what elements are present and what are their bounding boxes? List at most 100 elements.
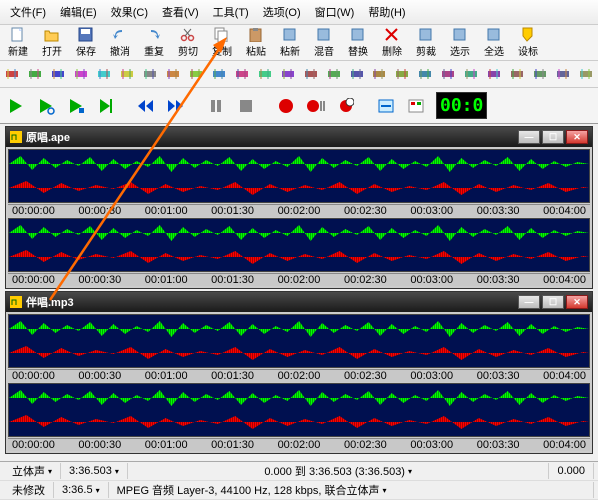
tool-20[interactable] (460, 63, 482, 85)
play-loop-button[interactable] (32, 94, 60, 118)
tool-15[interactable] (346, 63, 368, 85)
tool-2[interactable] (47, 63, 69, 85)
track2-ruler-top[interactable]: 00:00:0000:00:3000:01:0000:01:3000:02:00… (8, 369, 590, 382)
rewind-button[interactable] (132, 94, 160, 118)
redo-button[interactable]: 重复 (137, 26, 171, 59)
tools-toolbar (0, 61, 598, 88)
track1-ruler-bottom[interactable]: 00:00:0000:00:3000:01:0000:01:3000:02:00… (8, 273, 590, 286)
tool-4[interactable] (93, 63, 115, 85)
minimize-button[interactable]: — (518, 295, 540, 309)
tool-12[interactable] (277, 63, 299, 85)
track1-ruler-top[interactable]: 00:00:0000:00:3000:01:0000:01:3000:02:00… (8, 204, 590, 217)
paste-button[interactable]: 粘贴 (239, 26, 273, 59)
cut-button[interactable]: 剪切 (171, 26, 205, 59)
menu-edit[interactable]: 编辑(E) (54, 2, 103, 22)
mix-button[interactable]: 混音 (307, 26, 341, 59)
settings-button[interactable] (402, 94, 430, 118)
play-button[interactable] (2, 94, 30, 118)
menu-help[interactable]: 帮助(H) (362, 2, 411, 22)
tool-1[interactable] (24, 63, 46, 85)
ruler-tick: 00:02:30 (344, 205, 387, 217)
tool-17[interactable] (391, 63, 413, 85)
pause-button[interactable] (202, 94, 230, 118)
view-options-button[interactable] (372, 94, 400, 118)
menu-tools[interactable]: 工具(T) (207, 2, 255, 22)
select-all-icon (486, 27, 502, 42)
tool-19[interactable] (437, 63, 459, 85)
save-button[interactable]: 保存 (69, 26, 103, 59)
track2-waveform-bottom[interactable] (8, 383, 590, 437)
tool-7[interactable] (162, 63, 184, 85)
tool-22[interactable] (506, 63, 528, 85)
format-info[interactable]: MPEG 音频 Layer-3, 44100 Hz, 128 kbps, 联合立… (109, 482, 594, 498)
stop-button[interactable] (232, 94, 260, 118)
ruler-tick: 00:02:00 (278, 439, 321, 451)
record-pause-button[interactable] (302, 94, 330, 118)
track1-waveform-bottom[interactable] (8, 218, 590, 272)
tool-18[interactable] (414, 63, 436, 85)
trim-button[interactable]: 剪裁 (409, 26, 443, 59)
menu-options[interactable]: 选项(O) (257, 2, 307, 22)
tool-13[interactable] (300, 63, 322, 85)
maximize-button[interactable]: ☐ (542, 130, 564, 144)
tool-icon (372, 67, 386, 81)
tool-11[interactable] (254, 63, 276, 85)
statusbar: 立体声 3:36.503 0.000 到 3:36.503 (3:36.503)… (0, 461, 598, 500)
marker-button[interactable]: 设标 (511, 26, 545, 59)
copy-button[interactable]: 复制 (205, 26, 239, 59)
ruler-tick: 00:02:00 (278, 205, 321, 217)
tool-8[interactable] (185, 63, 207, 85)
tool-6[interactable] (139, 63, 161, 85)
play-section-button[interactable] (62, 94, 90, 118)
track1-titlebar[interactable]: 原唱.ape — ☐ ✕ (6, 127, 592, 147)
tool-icon (143, 67, 157, 81)
record-button[interactable] (272, 94, 300, 118)
tool-3[interactable] (70, 63, 92, 85)
select-all-button[interactable]: 全选 (477, 26, 511, 59)
ruler-tick: 00:01:00 (145, 439, 188, 451)
tool-14[interactable] (323, 63, 345, 85)
menu-file[interactable]: 文件(F) (4, 2, 52, 22)
tool-24[interactable] (552, 63, 574, 85)
open-button[interactable]: 打开 (35, 26, 69, 59)
minimize-button[interactable]: — (518, 130, 540, 144)
close-button[interactable]: ✕ (566, 130, 588, 144)
label: 新建 (8, 43, 28, 58)
delete-button[interactable]: 删除 (375, 26, 409, 59)
menu-view[interactable]: 查看(V) (156, 2, 205, 22)
close-button[interactable]: ✕ (566, 295, 588, 309)
select-button[interactable]: 选示 (443, 26, 477, 59)
maximize-button[interactable]: ☐ (542, 295, 564, 309)
tool-icon (418, 67, 432, 81)
replace-button[interactable]: 替换 (341, 26, 375, 59)
tool-21[interactable] (483, 63, 505, 85)
menu-window[interactable]: 窗口(W) (309, 2, 361, 22)
tool-25[interactable] (575, 63, 597, 85)
tool-5[interactable] (116, 63, 138, 85)
channel-selector[interactable]: 立体声 (4, 463, 61, 479)
label: 复制 (212, 43, 232, 58)
selection-range[interactable]: 0.000 到 3:36.503 (3:36.503) (128, 463, 550, 479)
ruler-tick: 00:01:30 (211, 205, 254, 217)
forward-button[interactable] (162, 94, 190, 118)
tool-0[interactable] (1, 63, 23, 85)
paste-new-button[interactable]: 粘新 (273, 26, 307, 59)
menu-effects[interactable]: 效果(C) (105, 2, 154, 22)
tool-9[interactable] (208, 63, 230, 85)
tool-16[interactable] (369, 63, 391, 85)
audio-file-icon (10, 131, 22, 143)
undo-button[interactable]: 撤消 (103, 26, 137, 59)
tool-23[interactable] (529, 63, 551, 85)
time-display-1[interactable]: 3:36.503 (61, 463, 128, 479)
label: 选示 (450, 43, 470, 58)
record-timer-button[interactable] (332, 94, 360, 118)
time-display-2[interactable]: 3:36.5 (54, 482, 109, 498)
track2-ruler-bottom[interactable]: 00:00:0000:00:3000:01:0000:01:3000:02:00… (8, 438, 590, 451)
new-button[interactable]: 新建 (1, 26, 35, 59)
track2-titlebar[interactable]: 伴唱.mp3 — ☐ ✕ (6, 292, 592, 312)
track2-waveform-top[interactable] (8, 314, 590, 368)
play-to-end-button[interactable] (92, 94, 120, 118)
tool-10[interactable] (231, 63, 253, 85)
track1-waveform-top[interactable] (8, 149, 590, 203)
label: 删除 (382, 43, 402, 58)
